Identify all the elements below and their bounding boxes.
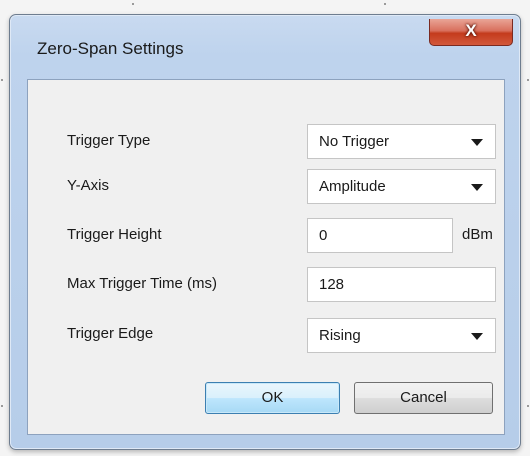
- cancel-button[interactable]: Cancel: [354, 382, 493, 414]
- max-trigger-time-value: 128: [319, 276, 345, 293]
- chevron-down-icon: [471, 333, 483, 340]
- trigger-height-unit: dBm: [462, 226, 493, 243]
- close-icon: X: [465, 21, 477, 40]
- ok-button[interactable]: OK: [205, 382, 340, 414]
- trigger-height-label: Trigger Height: [67, 226, 162, 243]
- trigger-height-input[interactable]: 0: [307, 218, 453, 253]
- chevron-down-icon: [471, 184, 483, 191]
- max-trigger-time-label: Max Trigger Time (ms): [67, 275, 218, 292]
- close-button[interactable]: X: [429, 19, 513, 46]
- zero-span-settings-dialog: Zero-Span Settings X Trigger Type No Tri…: [9, 14, 521, 450]
- background-dot: [527, 79, 529, 81]
- dialog-client-area: Trigger Type No Trigger Y-Axis Amplitude…: [27, 79, 505, 435]
- trigger-edge-value: Rising: [319, 327, 361, 344]
- trigger-edge-select[interactable]: Rising: [307, 318, 496, 353]
- trigger-edge-label: Trigger Edge: [67, 325, 154, 342]
- background-dot: [527, 405, 529, 407]
- trigger-height-value: 0: [319, 227, 328, 244]
- trigger-type-label: Trigger Type: [67, 132, 151, 149]
- background-dot: [132, 3, 134, 5]
- chevron-down-icon: [471, 139, 483, 146]
- max-trigger-time-input[interactable]: 128: [307, 267, 496, 302]
- background-dot: [1, 405, 3, 407]
- background-dot: [384, 3, 386, 5]
- trigger-type-value: No Trigger: [319, 133, 390, 150]
- dialog-title: Zero-Span Settings: [37, 39, 184, 58]
- y-axis-value: Amplitude: [319, 178, 386, 195]
- y-axis-label: Y-Axis: [67, 177, 109, 194]
- trigger-type-select[interactable]: No Trigger: [307, 124, 496, 159]
- background-dot: [1, 79, 3, 81]
- y-axis-select[interactable]: Amplitude: [307, 169, 496, 204]
